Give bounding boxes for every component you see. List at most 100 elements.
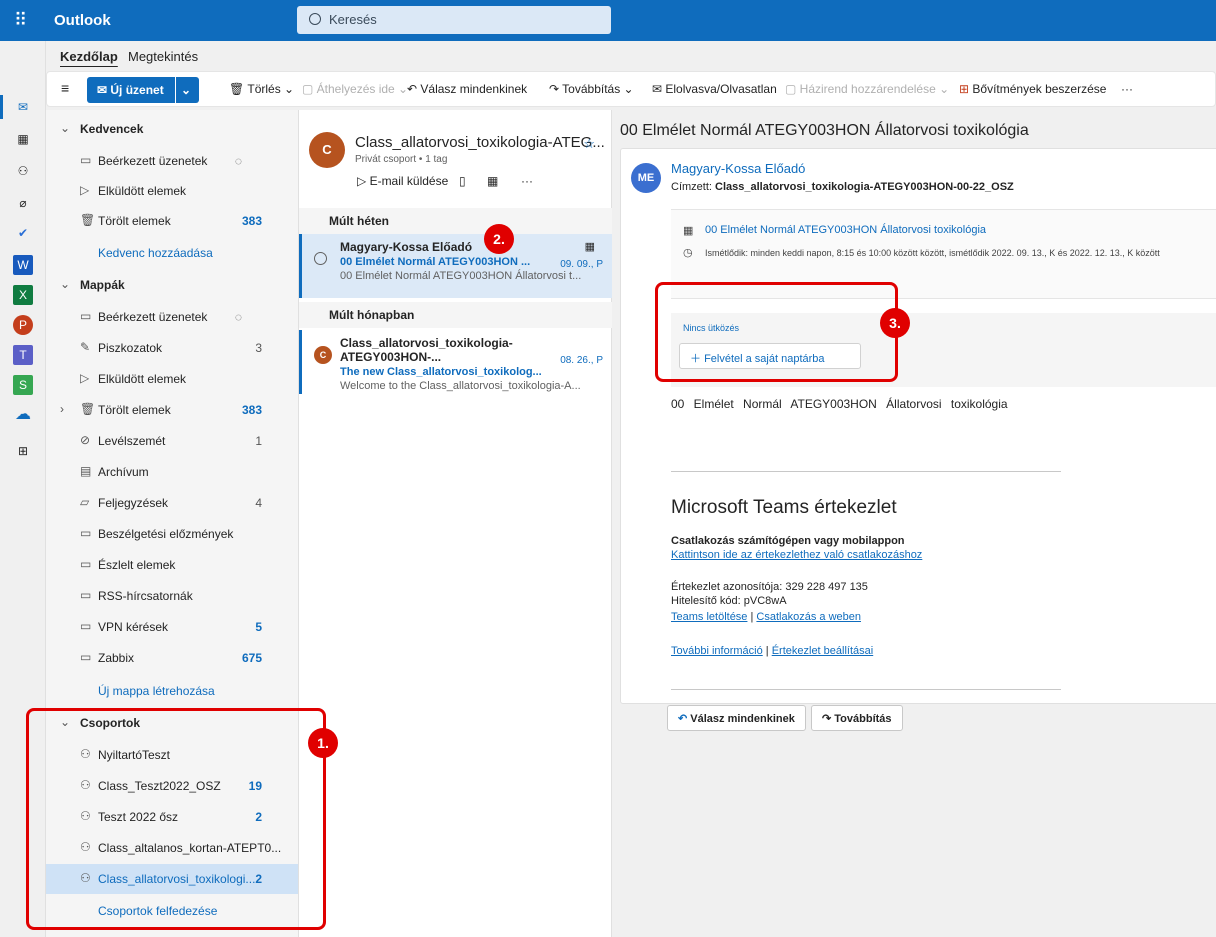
folder-inbox[interactable]: ▭ Beérkezett üzenetek ◌ <box>46 302 298 332</box>
item-count: 3 <box>255 341 262 355</box>
chevron-right-icon: › <box>60 402 64 416</box>
group-title: Class_allatorvosi_toxikologia-ATEG... <box>355 134 605 151</box>
web-join-link[interactable]: Csatlakozás a weben <box>756 611 861 623</box>
join-link[interactable]: Kattintson ide az értekezlethez való csa… <box>671 549 922 561</box>
new-message-button[interactable]: ✉ Új üzenet ⌄ <box>87 77 199 103</box>
policy-button[interactable]: ▢ Házirend hozzárendelése ⌄ <box>785 82 949 96</box>
app-launcher-icon[interactable]: ⠿ <box>14 10 27 30</box>
chevron-down-icon[interactable]: ⌄ <box>181 83 191 97</box>
powerpoint-icon[interactable]: P <box>13 315 33 335</box>
more-apps-icon[interactable]: ⊞ <box>13 441 33 461</box>
people-icon[interactable]: ⚇ <box>13 161 33 181</box>
folder-icon: ▭ <box>80 557 92 571</box>
add-favorite-link[interactable]: Kedvenc hozzáadása <box>46 238 298 268</box>
teams-icon[interactable]: T <box>13 345 33 365</box>
sender-name[interactable]: Magyary-Kossa Előadó <box>671 161 805 176</box>
select-radio[interactable] <box>314 252 327 265</box>
favorite-inbox[interactable]: ▭ Beérkezett üzenetek ◌ <box>46 146 298 176</box>
favorite-sent[interactable]: ▷ Elküldött elemek <box>46 176 298 206</box>
folder-label: Levélszemét <box>98 434 166 448</box>
folder-label: Beérkezett üzenetek <box>98 154 208 168</box>
todo-icon[interactable]: ✔ <box>13 223 33 243</box>
unread-count: 675 <box>241 651 262 665</box>
more-options-button[interactable]: ··· <box>521 174 533 188</box>
hamburger-icon[interactable]: ≡ <box>61 80 69 96</box>
group-subtitle: Privát csoport • 1 tag <box>355 154 448 165</box>
folder-zabbix[interactable]: ▭ Zabbix 675 <box>46 643 298 673</box>
top-bar: ⠿ Outlook Keresés <box>0 0 1216 41</box>
attachment-icon[interactable]: ⌀ <box>13 193 33 213</box>
divider <box>671 471 1061 472</box>
folder-label: Elküldött elemek <box>98 184 187 198</box>
section-last-month: Múlt hónapban <box>299 302 613 328</box>
app-name[interactable]: Outlook <box>54 12 111 29</box>
message-subject: The new Class_allatorvosi_toxikolog... <box>340 366 542 378</box>
folder-drafts[interactable]: ✎ Piszkozatok 3 <box>46 333 298 363</box>
new-folder-label: Új mappa létrehozása <box>98 684 215 698</box>
favorites-title: Kedvencek <box>80 122 144 136</box>
onedrive-icon[interactable]: ☁ <box>13 405 33 425</box>
folder-icon: ▭ <box>80 588 92 602</box>
folder-junk[interactable]: ⊘ Levélszemét 1 <box>46 426 298 456</box>
mail-icon: ✉ <box>97 83 111 97</box>
send-email-button[interactable]: ▷ E-mail küldése <box>357 174 448 188</box>
folder-conversation-history[interactable]: ▭ Beszélgetési előzmények <box>46 519 298 549</box>
read-unread-button[interactable]: ✉ Elolvasva/Olvasatlan <box>652 82 777 96</box>
meeting-title[interactable]: 00 Elmélet Normál ATEGY003HON Állatorvos… <box>705 224 986 236</box>
list-item[interactable]: C Class_allatorvosi_toxikologia-ATEGY003… <box>299 330 613 394</box>
download-link[interactable]: Teams letöltése <box>671 611 747 623</box>
folder-notes[interactable]: ▱ Feljegyzések 4 <box>46 488 298 518</box>
folder-sent[interactable]: ▷ Elküldött elemek <box>46 364 298 394</box>
folder-vpn[interactable]: ▭ VPN kérések 5 <box>46 612 298 642</box>
folder-label: Beszélgetési előzmények <box>98 527 234 541</box>
message-date: 08. 26., P <box>560 355 603 366</box>
favorites-header[interactable]: ⌄ Kedvencek <box>46 114 298 144</box>
reply-all-button[interactable]: ↶ Válasz mindenkinek <box>667 705 806 731</box>
folder-detected[interactable]: ▭ Észlelt elemek <box>46 550 298 580</box>
folder-deleted[interactable]: › 🗑 Törölt elemek 383 <box>46 395 298 425</box>
forward-button[interactable]: ↷ Továbbítás <box>811 705 903 731</box>
list-item[interactable]: Magyary-Kossa Előadó ▦ 00 Elmélet Normál… <box>299 234 613 298</box>
folder-icon: ▭ <box>80 619 92 633</box>
folder-label: VPN kérések <box>98 620 169 634</box>
folders-header[interactable]: ⌄ Mappák <box>46 270 298 300</box>
inbox-icon: ▭ <box>80 153 92 167</box>
more-options-button[interactable]: ··· <box>1121 82 1133 96</box>
folder-label: Beérkezett üzenetek <box>98 310 208 324</box>
delete-button[interactable]: 🗑 Törlés ⌄ <box>229 82 294 96</box>
file-icon[interactable]: ▯ <box>459 174 466 188</box>
more-info-link[interactable]: További információ <box>671 645 763 657</box>
mail-icon[interactable]: ✉ <box>13 97 33 117</box>
word-icon[interactable]: W <box>13 255 33 275</box>
tab-home[interactable]: Kezdőlap <box>60 49 118 64</box>
policy-label: Házirend hozzárendelése <box>799 82 936 96</box>
recipient[interactable]: Class_allatorvosi_toxikologia-ATEGY003HO… <box>715 181 1014 193</box>
move-button[interactable]: ▢ Áthelyezés ide ⌄ <box>302 82 408 96</box>
folder-archive[interactable]: ▤ Archívum <box>46 457 298 487</box>
search-input[interactable]: Keresés <box>297 6 611 34</box>
annotation-box-1 <box>26 708 326 930</box>
calendar-icon[interactable]: ▦ <box>487 174 498 188</box>
folders-title: Mappák <box>80 278 125 292</box>
search-icon <box>309 13 321 25</box>
settings-link[interactable]: Értekezlet beállításai <box>772 645 874 657</box>
favorite-deleted[interactable]: 🗑 Törölt elemek 383 <box>46 206 298 236</box>
folder-label: Észlelt elemek <box>98 558 176 572</box>
divider <box>671 689 1061 690</box>
addins-button[interactable]: ⊞ Bővítmények beszerzése <box>959 82 1106 96</box>
item-count: 1 <box>255 434 262 448</box>
send-icon: ▷ <box>80 183 90 197</box>
calendar-icon[interactable]: ▦ <box>13 129 33 149</box>
sway-icon[interactable]: S <box>13 375 33 395</box>
annotation-badge-3: 3. <box>880 308 910 338</box>
reply-all-button[interactable]: ↶ Válasz mindenkinek <box>407 82 527 96</box>
new-folder-link[interactable]: Új mappa létrehozása <box>46 676 298 706</box>
send-email-label: E-mail küldése <box>369 174 449 188</box>
forward-button[interactable]: ↷ Továbbítás ⌄ <box>549 82 634 96</box>
folder-rss[interactable]: ▭ RSS-hírcsatornák <box>46 581 298 611</box>
star-icon[interactable]: ☆ <box>583 136 595 152</box>
tab-view[interactable]: Megtekintés <box>128 49 198 64</box>
calendar-icon: ▦ <box>584 241 595 253</box>
excel-icon[interactable]: X <box>13 285 33 305</box>
add-favorite-label: Kedvenc hozzáadása <box>98 246 213 260</box>
